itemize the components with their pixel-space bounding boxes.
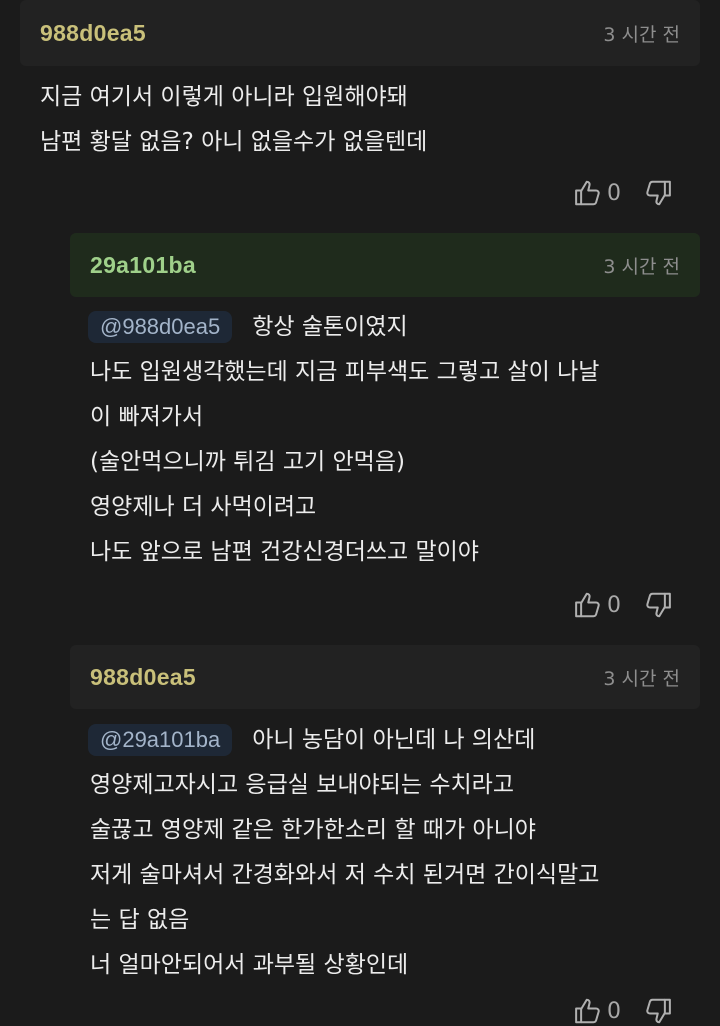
comment-author[interactable]: 988d0ea5	[90, 664, 196, 691]
vote-bar: 0	[573, 996, 673, 1026]
comment-text-line: 저게 술마셔서 간경화와서 저 수치 된거면 간이식말고	[90, 862, 600, 888]
thumbs-up-icon[interactable]	[573, 996, 603, 1026]
comment-timestamp: 3 시간 전	[603, 667, 680, 690]
thumbs-up-icon[interactable]	[573, 590, 603, 620]
thumbs-down-icon[interactable]	[643, 178, 673, 208]
comment-text-line: (술안먹으니까 튀김 고기 안먹음)	[90, 449, 405, 475]
mention-tag[interactable]: @29a101ba	[88, 724, 233, 756]
comment-text-line: 나도 입원생각했는데 지금 피부색도 그렇고 살이 나날	[90, 359, 600, 385]
comment-text-line: 남편 황달 없음? 아니 없을수가 없을텐데	[40, 129, 428, 155]
vote-bar: 0	[573, 178, 673, 208]
comment-author[interactable]: 29a101ba	[90, 252, 196, 279]
comment-text-line: @29a101ba 아니 농담이 아닌데 나 의산데	[88, 718, 599, 763]
comment-timestamp: 3 시간 전	[603, 255, 680, 278]
comment-text-line: 이 빠져가서	[90, 404, 204, 430]
thumbs-down-icon[interactable]	[643, 590, 673, 620]
reply-body: @29a101ba 아니 농담이 아닌데 나 의산데 영양제고자시고 응급실 보내…	[88, 718, 600, 988]
comment-body: 지금 여기서 이렇게 아니라 입원해야돼 남편 황달 없음? 아니 없을수가 없…	[40, 75, 427, 165]
vote-bar: 0	[573, 590, 673, 620]
like-count: 0	[607, 180, 621, 206]
thumbs-up-icon[interactable]	[573, 178, 603, 208]
like-count: 0	[607, 998, 621, 1024]
comment-author[interactable]: 988d0ea5	[40, 20, 146, 47]
comment-text: 아니 농담이 아닌데 나 의산데	[252, 727, 536, 753]
comment-text-line: 술끊고 영양제 같은 한가한소리 할 때가 아니야	[90, 817, 536, 843]
mention-tag[interactable]: @988d0ea5	[88, 311, 233, 343]
comment-text-line: 지금 여기서 이렇게 아니라 입원해야돼	[40, 84, 408, 110]
comment-text-line: 영양제고자시고 응급실 보내야되는 수치라고	[90, 772, 514, 798]
comment-text-line: 는 답 없음	[90, 907, 190, 933]
comment-text-line: 영양제나 더 사먹이려고	[90, 494, 317, 520]
reply-header: 29a101ba 3 시간 전	[70, 233, 700, 297]
reply-body: @988d0ea5 항상 술톤이였지 나도 입원생각했는데 지금 피부색도 그렇고…	[88, 305, 600, 575]
comment-text: 항상 술톤이였지	[252, 314, 408, 340]
comment-timestamp: 3 시간 전	[603, 23, 680, 46]
comment-text-line: 나도 앞으로 남편 건강신경더쓰고 말이야	[90, 539, 479, 565]
like-count: 0	[607, 592, 621, 618]
comment-text-line: 너 얼마안되어서 과부될 상황인데	[90, 952, 409, 978]
comment-header: 988d0ea5 3 시간 전	[20, 0, 700, 66]
thumbs-down-icon[interactable]	[643, 996, 673, 1026]
comment-text-line: @988d0ea5 항상 술톤이였지	[88, 305, 599, 350]
reply-header: 988d0ea5 3 시간 전	[70, 645, 700, 709]
